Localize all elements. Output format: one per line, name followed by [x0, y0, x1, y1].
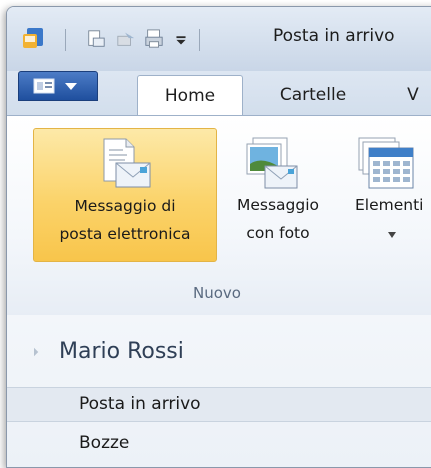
- tab-home[interactable]: Home: [137, 75, 243, 116]
- folder-item-drafts[interactable]: Bozze: [7, 427, 431, 460]
- tab-visualizza[interactable]: V: [393, 75, 431, 115]
- folder-item-inbox[interactable]: Posta in arrivo: [7, 387, 431, 422]
- new-item-icon[interactable]: [85, 29, 107, 49]
- app-icon[interactable]: [21, 26, 47, 52]
- ribbon: Messaggio di posta elettronica Messaggio…: [7, 115, 431, 317]
- window-title: Posta in arrivo: [273, 26, 395, 46]
- chevron-down-icon: [65, 83, 77, 90]
- ribbon-tab-row: Home Cartelle V: [7, 71, 431, 116]
- photo-email-button[interactable]: Messaggio con foto: [221, 128, 335, 260]
- account-name: Mario Rossi: [59, 339, 184, 364]
- file-menu-button[interactable]: [18, 71, 98, 101]
- photo-email-icon: [246, 137, 298, 189]
- folder-label: Posta in arrivo: [79, 394, 201, 414]
- qat-separator: [65, 29, 66, 51]
- new-items-button[interactable]: Elementi: [343, 128, 431, 260]
- send-receive-icon[interactable]: [115, 29, 137, 49]
- navigation-pane: Mario Rossi Posta in arrivo Bozze: [7, 315, 431, 467]
- title-bar: Posta in arrivo: [7, 7, 431, 71]
- new-email-label-line2: posta elettronica: [59, 225, 191, 243]
- qat-separator: [199, 29, 200, 51]
- calendar-items-icon: [358, 137, 414, 189]
- print-icon[interactable]: [143, 29, 165, 49]
- file-menu-icon: [33, 78, 55, 94]
- expand-arrow-icon[interactable]: [29, 347, 39, 357]
- new-email-label-line1: Messaggio di: [74, 197, 176, 215]
- account-header[interactable]: Mario Rossi: [7, 335, 431, 375]
- folder-label: Bozze: [79, 433, 130, 453]
- new-email-icon: [103, 138, 151, 188]
- app-window: Posta in arrivo Home Cartelle V Messaggi…: [6, 6, 431, 468]
- tab-cartelle[interactable]: Cartelle: [263, 75, 363, 115]
- ribbon-group-label: Nuovo: [193, 284, 241, 302]
- dropdown-arrow-icon: [388, 232, 396, 238]
- customize-qat-icon[interactable]: [173, 29, 189, 49]
- photo-email-label-line2: con foto: [246, 224, 310, 242]
- new-email-button[interactable]: Messaggio di posta elettronica: [33, 128, 217, 262]
- photo-email-label-line1: Messaggio: [236, 196, 320, 214]
- new-items-label: Elementi: [355, 196, 424, 214]
